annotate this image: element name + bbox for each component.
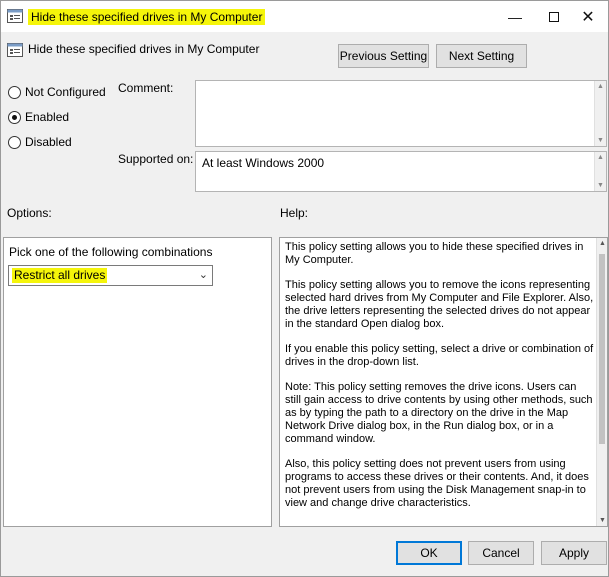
maximize-icon — [549, 11, 559, 22]
scroll-up-icon: ▲ — [597, 154, 604, 161]
options-pane: Pick one of the following combinations R… — [3, 237, 272, 527]
setting-name: Hide these specified drives in My Comput… — [28, 42, 260, 56]
radio-not-configured[interactable]: Not Configured — [8, 85, 106, 99]
minimize-icon: — — [508, 8, 522, 25]
policy-window: Hide these specified drives in My Comput… — [0, 0, 609, 577]
scroll-down-icon: ▼ — [599, 517, 606, 524]
scroll-up-icon: ▲ — [597, 83, 604, 90]
radio-circle — [8, 135, 21, 149]
help-label: Help: — [280, 206, 309, 220]
radio-enabled[interactable]: Enabled — [8, 110, 69, 124]
next-setting-button[interactable]: Next Setting — [436, 44, 527, 68]
chevron-down-icon: ⌄ — [198, 269, 208, 281]
help-scrollbar[interactable]: ▲ ▼ — [596, 238, 607, 526]
radio-label: Disabled — [25, 135, 72, 149]
scroll-up-icon: ▲ — [599, 240, 606, 247]
supported-value: At least Windows 2000 — [202, 156, 325, 170]
window-title: Hide these specified drives in My Comput… — [28, 9, 266, 25]
supported-label: Supported on: — [118, 152, 194, 166]
policy-setting-icon — [7, 9, 23, 23]
supported-field: At least Windows 2000 ▲ ▼ — [195, 151, 607, 192]
options-label: Options: — [7, 206, 52, 220]
help-scroll-thumb[interactable] — [599, 254, 605, 444]
close-button[interactable]: ✕ — [568, 1, 608, 32]
cancel-button[interactable]: Cancel — [468, 541, 534, 565]
scroll-down-icon: ▼ — [597, 182, 604, 189]
radio-circle — [8, 85, 21, 99]
radio-label: Not Configured — [25, 85, 106, 99]
title-bar[interactable]: Hide these specified drives in My Comput… — [1, 1, 608, 32]
ok-button[interactable]: OK — [396, 541, 462, 565]
radio-disabled[interactable]: Disabled — [8, 135, 72, 149]
radio-circle-selected — [8, 110, 21, 124]
drive-combo-dropdown[interactable]: Restrict all drives ⌄ — [8, 265, 213, 286]
help-paragraph: This policy setting allows you to remove… — [285, 279, 594, 330]
comment-field[interactable]: ▲ ▼ — [195, 80, 607, 147]
setting-icon — [7, 43, 23, 57]
supported-scrollbar[interactable]: ▲ ▼ — [594, 152, 606, 191]
comment-label: Comment: — [118, 81, 174, 95]
apply-button[interactable]: Apply — [541, 541, 607, 565]
scroll-down-icon: ▼ — [597, 137, 604, 144]
help-paragraph: Note: This policy setting removes the dr… — [285, 381, 593, 445]
help-text: This policy setting allows you to hide t… — [285, 241, 594, 522]
selected-drive-option: Restrict all drives — [12, 268, 108, 283]
help-paragraph: Also, this policy setting does not preve… — [285, 458, 589, 509]
radio-label: Enabled — [25, 110, 70, 124]
comment-scrollbar[interactable]: ▲ ▼ — [594, 81, 606, 146]
help-paragraph: If you enable this policy setting, selec… — [285, 343, 594, 368]
help-pane: This policy setting allows you to hide t… — [279, 237, 608, 527]
close-icon: ✕ — [581, 8, 595, 26]
pick-label: Pick one of the following combinations — [9, 245, 213, 259]
previous-setting-button[interactable]: Previous Setting — [338, 44, 429, 68]
help-paragraph: This policy setting allows you to hide t… — [285, 241, 584, 266]
